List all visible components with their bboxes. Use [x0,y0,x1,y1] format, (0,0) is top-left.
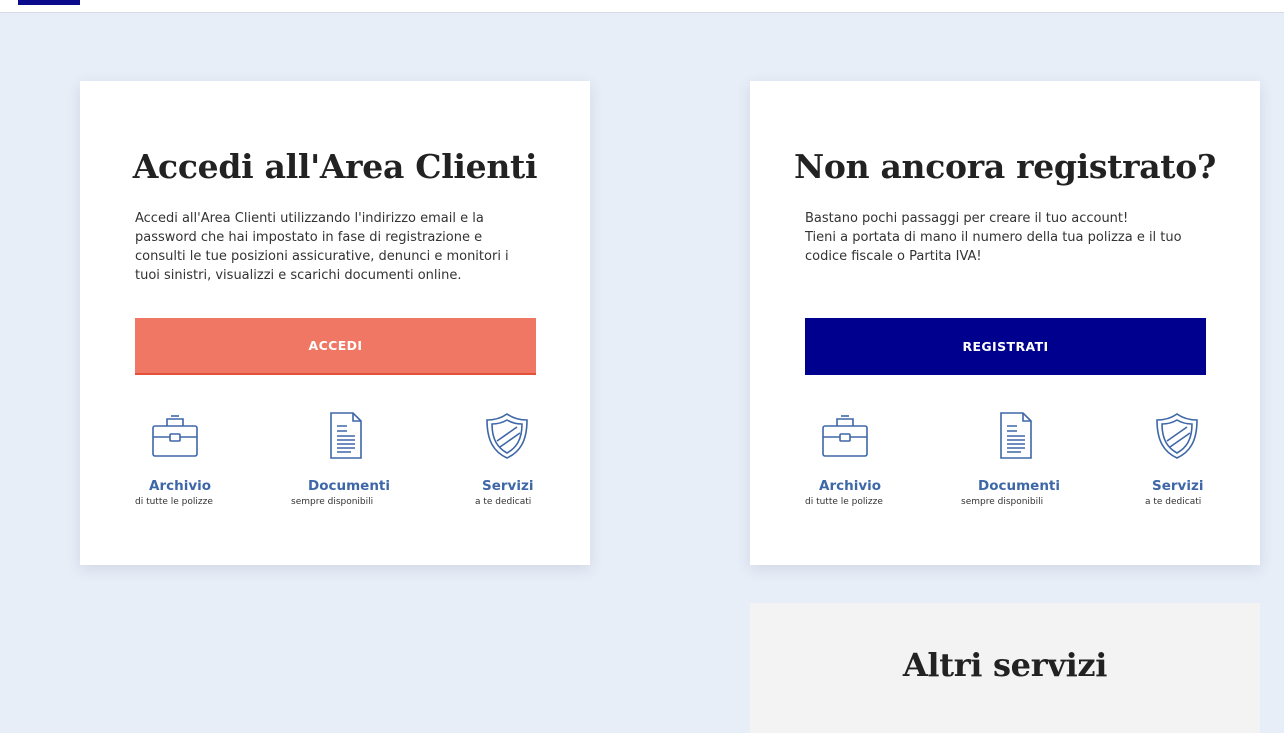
feature-title: Archivio [819,478,882,494]
document-icon [991,411,1039,461]
login-description: Accedi all'Area Clienti utilizzando l'in… [135,211,509,283]
registrati-button[interactable]: REGISTRATI [805,318,1206,375]
other-services-title: Altri servizi [902,646,1108,684]
document-icon [321,411,369,461]
feature-subtitle: di tutte le polizze [135,497,213,507]
briefcase-icon [151,411,199,461]
other-services-card: Altri servizi [750,603,1260,733]
login-card: Accedi all'Area Clienti Accedi all'Area … [80,81,590,565]
login-features: Archivio di tutte le polizze Documenti s… [135,411,536,511]
feature-title: Archivio [149,478,212,494]
feature-subtitle: a te dedicati [1145,497,1202,507]
feature-subtitle: sempre disponibili [961,497,1044,507]
register-title: Non ancora registrato? [794,147,1216,186]
register-card: Non ancora registrato? Bastano pochi pas… [750,81,1260,565]
register-description: Bastano pochi passaggi per creare il tuo… [805,211,1182,264]
register-features: Archivio di tutte le polizze Documenti s… [805,411,1206,511]
accedi-button[interactable]: ACCEDI [135,318,536,375]
feature-title: Documenti [308,478,391,494]
feature-subtitle: sempre disponibili [291,497,374,507]
briefcase-icon [821,411,869,461]
shield-icon [1153,411,1201,461]
shield-icon [483,411,531,461]
feature-subtitle: di tutte le polizze [805,497,883,507]
feature-title: Servizi [482,478,534,494]
login-title: Accedi all'Area Clienti [132,147,538,186]
logo[interactable] [18,0,80,5]
feature-subtitle: a te dedicati [475,497,532,507]
top-bar [0,0,1284,13]
feature-title: Servizi [1152,478,1204,494]
feature-title: Documenti [978,478,1061,494]
